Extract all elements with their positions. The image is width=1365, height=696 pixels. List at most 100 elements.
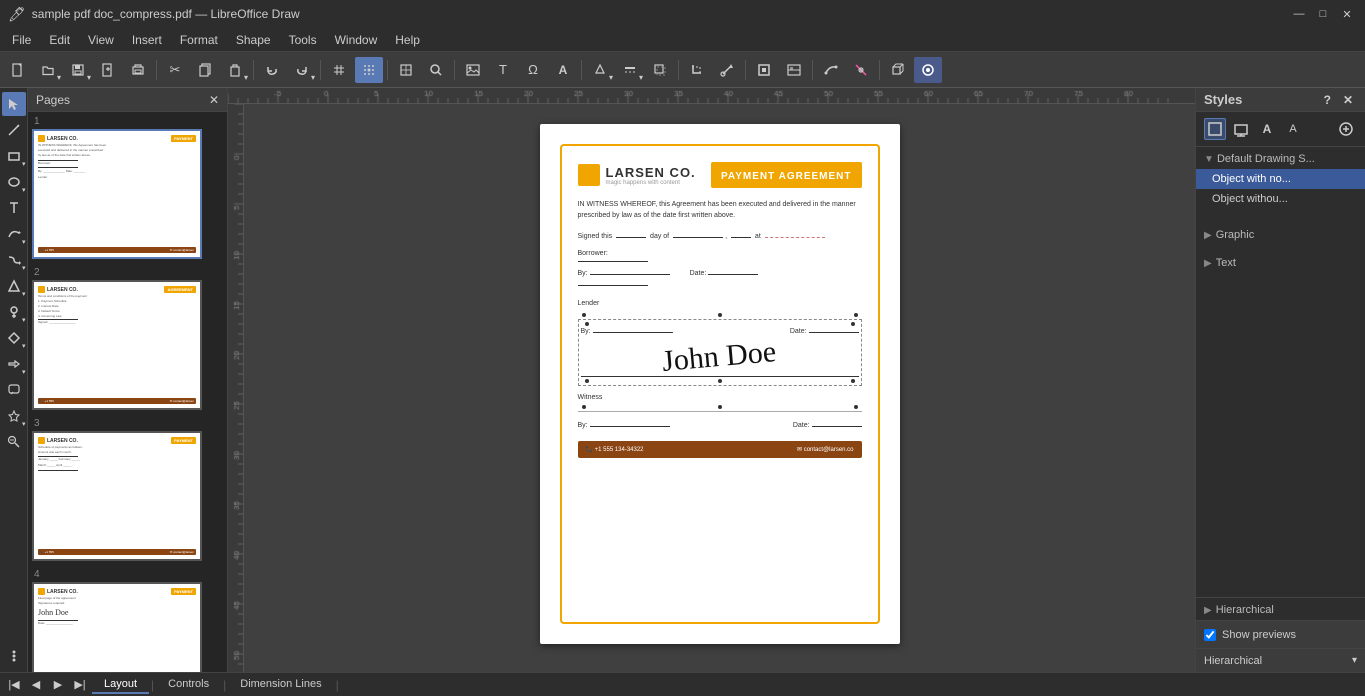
- copy-button[interactable]: [191, 57, 219, 83]
- select-tool[interactable]: [2, 92, 26, 116]
- canvas-scroll[interactable]: LARSEN CO. magic happens with content PA…: [244, 104, 1195, 672]
- shapes-tool[interactable]: ▾: [2, 274, 26, 298]
- line-style-button[interactable]: ▾: [616, 57, 644, 83]
- transform-button[interactable]: [713, 57, 741, 83]
- tab-dimension-lines[interactable]: Dimension Lines: [228, 676, 333, 694]
- page-thumb-1[interactable]: 1 LARSEN CO. PAYMENT IN WITNESS WHEREOF,…: [32, 116, 223, 259]
- signature-area[interactable]: By: Date: John Doe: [578, 319, 862, 386]
- pan-button[interactable]: [392, 57, 420, 83]
- ellipse-tool[interactable]: ▾: [2, 170, 26, 194]
- pages-scroll[interactable]: 1 LARSEN CO. PAYMENT IN WITNESS WHEREOF,…: [28, 112, 227, 672]
- page-image-2[interactable]: LARSEN CO. AGREEMENT Terms and condition…: [32, 280, 202, 410]
- crop-button[interactable]: [683, 57, 711, 83]
- fill-button[interactable]: ▾: [586, 57, 614, 83]
- page-thumb-2[interactable]: 2 LARSEN CO. AGREEMENT Terms and conditi…: [32, 267, 223, 410]
- print-button[interactable]: [124, 57, 152, 83]
- rectangle-tool[interactable]: ▾: [2, 144, 26, 168]
- presentation-styles-btn[interactable]: [1230, 118, 1252, 140]
- pages-close-button[interactable]: ✕: [209, 93, 219, 107]
- witness-line: [578, 411, 862, 412]
- page-image-1[interactable]: LARSEN CO. PAYMENT IN WITNESS WHEREOF, t…: [32, 129, 202, 259]
- frame-button[interactable]: [750, 57, 778, 83]
- titlebar-controls[interactable]: — □ ✕: [1289, 4, 1357, 24]
- snap-toggle[interactable]: [355, 57, 383, 83]
- page-thumb-4[interactable]: 4 LARSEN CO. PAYMENT Final page of the a…: [32, 569, 223, 672]
- drawing-styles-btn[interactable]: [1204, 118, 1226, 140]
- page-thumb-3[interactable]: 3 LARSEN CO. PAYMENT Schedule of payment…: [32, 418, 223, 561]
- handle-mr: [851, 322, 855, 326]
- text-category-label: Text: [1216, 257, 1236, 269]
- styles-dropdown-arrow[interactable]: ▾: [1352, 655, 1357, 666]
- style-item-1[interactable]: Object with no...: [1196, 169, 1365, 189]
- text-tool[interactable]: [2, 196, 26, 220]
- symbol-shapes-tool[interactable]: ▾: [2, 300, 26, 324]
- handle-bm: [718, 379, 722, 383]
- styles-panel: Styles ? ✕ A A: [1195, 88, 1365, 672]
- tab-controls[interactable]: Controls: [156, 676, 221, 694]
- style-item-2[interactable]: Object withou...: [1196, 189, 1365, 209]
- menu-window[interactable]: Window: [327, 31, 386, 49]
- insert-text-button[interactable]: T: [489, 57, 517, 83]
- nav-first-button[interactable]: |◀: [4, 675, 24, 695]
- line-tool[interactable]: [2, 118, 26, 142]
- numbering-styles-btn[interactable]: A: [1282, 118, 1304, 140]
- gluepoints-button[interactable]: [847, 57, 875, 83]
- nav-prev-button[interactable]: ◀: [26, 675, 46, 695]
- styles-category-hierarchical[interactable]: ▶ Hierarchical: [1196, 597, 1365, 620]
- menu-format[interactable]: Format: [172, 31, 226, 49]
- styles-close-button[interactable]: ✕: [1339, 93, 1357, 107]
- page-image-4[interactable]: LARSEN CO. PAYMENT Final page of the agr…: [32, 582, 202, 672]
- minimize-button[interactable]: —: [1289, 4, 1309, 24]
- curve-tool[interactable]: ▾: [2, 222, 26, 246]
- active-tool-button[interactable]: [914, 57, 942, 83]
- image-filter-button[interactable]: [780, 57, 808, 83]
- styles-category-text[interactable]: ▶ Text: [1196, 253, 1365, 273]
- grid-toggle[interactable]: [325, 57, 353, 83]
- zoom-button[interactable]: [422, 57, 450, 83]
- close-button[interactable]: ✕: [1337, 4, 1357, 24]
- more-tools[interactable]: [2, 644, 26, 668]
- styles-category-graphic[interactable]: ▶ Graphic: [1196, 225, 1365, 245]
- tab-layout[interactable]: Layout: [92, 676, 149, 694]
- connector-tool[interactable]: ▾: [2, 248, 26, 272]
- styles-dropdown-bar[interactable]: Hierarchical ▾: [1196, 648, 1365, 672]
- zoom-pan-tool[interactable]: [2, 430, 26, 454]
- nav-last-button[interactable]: ▶|: [70, 675, 90, 695]
- styles-list[interactable]: ▼ Default Drawing S... Object with no...…: [1196, 147, 1365, 597]
- menu-file[interactable]: File: [4, 31, 39, 49]
- paste-button[interactable]: ▾: [221, 57, 249, 83]
- redo-button[interactable]: ▾: [288, 57, 316, 83]
- cut-button[interactable]: ✂: [161, 57, 189, 83]
- shadow-button[interactable]: [646, 57, 674, 83]
- save-button[interactable]: ▾: [64, 57, 92, 83]
- menu-shape[interactable]: Shape: [228, 31, 279, 49]
- arrows-tool[interactable]: ▾: [2, 352, 26, 376]
- page-image-3[interactable]: LARSEN CO. PAYMENT Schedule of payments …: [32, 431, 202, 561]
- menu-view[interactable]: View: [80, 31, 122, 49]
- open-button[interactable]: ▾: [34, 57, 62, 83]
- star-tool[interactable]: ▾: [2, 404, 26, 428]
- insert-image-button[interactable]: [459, 57, 487, 83]
- menu-tools[interactable]: Tools: [281, 31, 325, 49]
- menu-help[interactable]: Help: [387, 31, 428, 49]
- points-button[interactable]: [817, 57, 845, 83]
- flowchart-tool[interactable]: ▾: [2, 326, 26, 350]
- new-button[interactable]: [4, 57, 32, 83]
- export-button[interactable]: [94, 57, 122, 83]
- toggle-extrusion-button[interactable]: [884, 57, 912, 83]
- menu-edit[interactable]: Edit: [41, 31, 78, 49]
- app-icon: 🖊: [8, 6, 26, 23]
- undo-button[interactable]: [258, 57, 286, 83]
- show-previews-checkbox[interactable]: [1204, 629, 1216, 641]
- character-styles-btn[interactable]: A: [1256, 118, 1278, 140]
- menu-insert[interactable]: Insert: [124, 31, 170, 49]
- fontwork-button[interactable]: A: [549, 57, 577, 83]
- nav-next-button[interactable]: ▶: [48, 675, 68, 695]
- styles-category-default[interactable]: ▼ Default Drawing S...: [1196, 149, 1365, 169]
- new-style-btn[interactable]: [1335, 118, 1357, 140]
- maximize-button[interactable]: □: [1313, 4, 1333, 24]
- w-handle-tm: [718, 405, 722, 409]
- insert-special-button[interactable]: Ω: [519, 57, 547, 83]
- styles-help-button[interactable]: ?: [1320, 93, 1335, 107]
- comment-tool[interactable]: [2, 378, 26, 402]
